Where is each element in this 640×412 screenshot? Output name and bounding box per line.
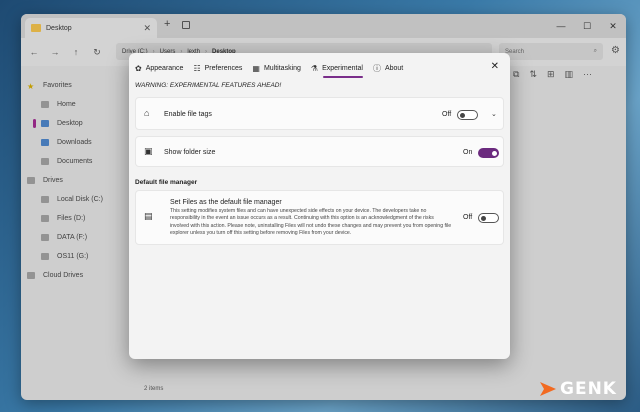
chevron-down-icon[interactable]: ⌄	[491, 110, 497, 118]
tab-experimental[interactable]: ⚗ Experimental	[310, 61, 363, 78]
tag-icon: ⌂	[144, 108, 150, 118]
multitask-icon: ▦	[252, 63, 260, 73]
setting-default-file-manager[interactable]: ▤ Set Files as the default file manager …	[135, 190, 504, 245]
genk-watermark: GENK	[540, 379, 617, 399]
default-manager-title: Set Files as the default file manager	[170, 199, 282, 206]
settings-dialog: ✿ Appearance ☷ Preferences ▦ Multitaskin…	[129, 53, 510, 359]
folder-size-toggle[interactable]	[478, 148, 499, 158]
default-manager-state: Off	[463, 214, 473, 221]
tab-about[interactable]: ⓘ About	[373, 61, 403, 75]
file-tags-state: Off	[442, 111, 452, 118]
dialog-close-button[interactable]: ✕	[491, 61, 499, 72]
info-icon: ⓘ	[372, 63, 381, 73]
flask-icon: ⚗	[310, 63, 319, 73]
tab-label: Preferences	[204, 64, 243, 72]
tab-label: Appearance	[145, 64, 184, 72]
toggle-knob	[460, 112, 465, 118]
file-tags-toggle[interactable]	[457, 110, 478, 120]
experimental-warning: WARNING: EXPERIMENTAL FEATURES AHEAD!	[135, 82, 282, 89]
file-tags-label: Enable file tags	[164, 111, 212, 118]
settings-tabs: ✿ Appearance ☷ Preferences ▦ Multitaskin…	[135, 61, 413, 78]
default-manager-description: This setting modifies system files and c…	[170, 208, 452, 237]
tab-preferences[interactable]: ☷ Preferences	[193, 61, 242, 75]
setting-file-tags[interactable]: ⌂ Enable file tags Off ⌄	[135, 97, 504, 130]
folder-size-state: On	[463, 149, 473, 156]
default-manager-toggle[interactable]	[478, 213, 499, 223]
folder-size-label: Show folder size	[164, 149, 216, 156]
tab-multitasking[interactable]: ▦ Multitasking	[252, 61, 301, 75]
toggle-knob	[492, 150, 497, 156]
toggle-knob	[481, 215, 486, 221]
arrow-logo-icon	[540, 382, 556, 396]
setting-folder-size[interactable]: ▣ Show folder size On	[135, 136, 504, 167]
sliders-icon: ☷	[193, 63, 201, 73]
folder-size-icon: ▣	[144, 146, 153, 156]
tab-label: Experimental	[322, 64, 363, 72]
section-title: Default file manager	[135, 179, 198, 186]
palette-icon: ✿	[135, 63, 142, 73]
tab-label: About	[384, 64, 404, 72]
tab-appearance[interactable]: ✿ Appearance	[135, 61, 183, 75]
file-manager-icon: ▤	[144, 211, 153, 221]
watermark-text: GENK	[560, 379, 617, 399]
tab-label: Multitasking	[263, 64, 301, 72]
